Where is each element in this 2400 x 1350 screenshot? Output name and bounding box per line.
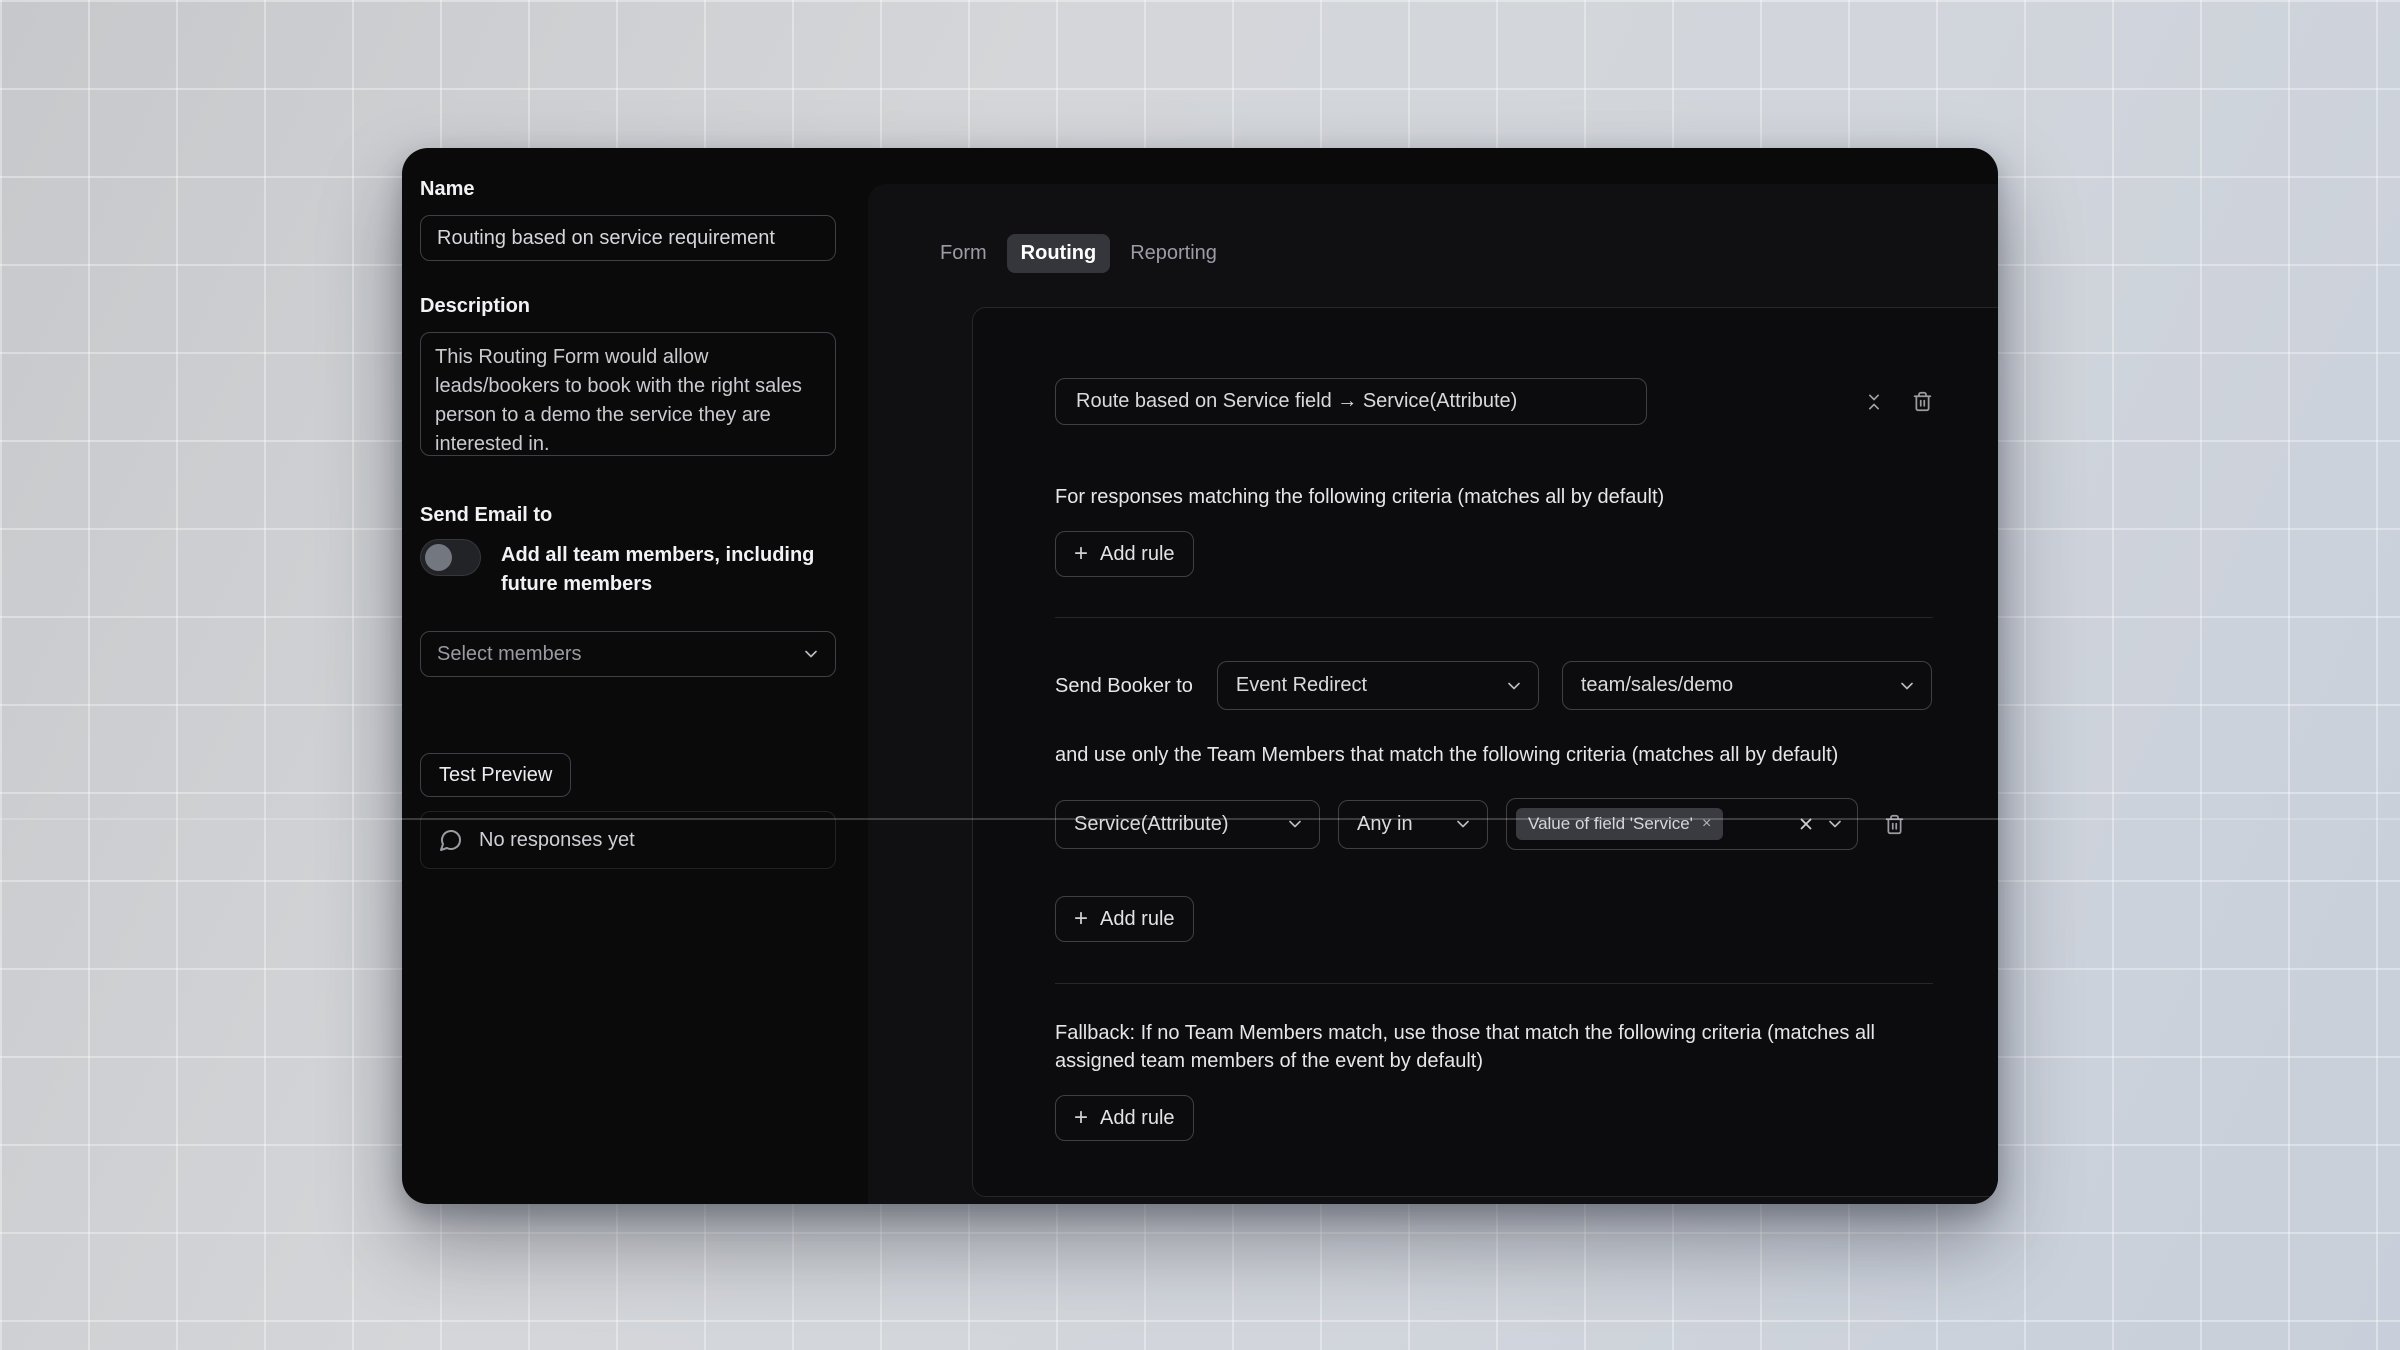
- chevron-down-icon: [1453, 814, 1473, 834]
- chevron-down-icon: [1504, 676, 1524, 696]
- redirect-type-value: Event Redirect: [1236, 674, 1367, 697]
- tab-routing[interactable]: Routing: [1007, 234, 1111, 273]
- redirect-target-select[interactable]: team/sales/demo: [1562, 661, 1932, 710]
- value-tag-text: Value of field 'Service': [1528, 814, 1693, 834]
- redirect-type-select[interactable]: Event Redirect: [1217, 661, 1539, 710]
- send-email-label: Send Email to: [420, 504, 836, 527]
- route-card: Route based on Service field → Service(A…: [972, 307, 1998, 1197]
- add-rule-label: Add rule: [1100, 1107, 1175, 1130]
- plus-icon: +: [1074, 907, 1088, 931]
- send-booker-row: Send Booker to Event Redirect team/sales…: [1055, 661, 1933, 710]
- operator-value: Any in: [1357, 813, 1413, 836]
- value-multiselect[interactable]: Value of field 'Service' ×: [1506, 798, 1858, 850]
- divider: [1055, 617, 1933, 618]
- divider: [1055, 983, 1933, 984]
- route-name-select[interactable]: Route based on Service field → Service(A…: [1055, 378, 1647, 425]
- add-all-members-row: Add all team members, including future m…: [420, 539, 836, 599]
- tag-remove-icon[interactable]: ×: [1702, 815, 1711, 833]
- chevron-down-icon: [1897, 676, 1917, 696]
- add-all-members-label: Add all team members, including future m…: [501, 539, 836, 599]
- add-rule-label: Add rule: [1100, 908, 1175, 931]
- select-members-placeholder: Select members: [437, 643, 582, 666]
- multiselect-actions: [1797, 814, 1845, 834]
- route-name-text: Route based on Service field → Service(A…: [1076, 390, 1517, 413]
- description-textarea[interactable]: This Routing Form would allow leads/book…: [420, 332, 836, 456]
- add-all-members-toggle[interactable]: [420, 539, 481, 576]
- chevron-down-icon: [1285, 814, 1305, 834]
- message-circle-icon: [439, 828, 463, 852]
- plus-icon: +: [1074, 542, 1088, 566]
- name-input[interactable]: [420, 215, 836, 261]
- tab-bar: Form Routing Reporting: [926, 234, 1998, 273]
- attribute-rule-row: Service(Attribute) Any in: [1055, 798, 1933, 850]
- main-area: Form Routing Reporting Route based on Se…: [868, 148, 1998, 1204]
- add-rule-label: Add rule: [1100, 543, 1175, 566]
- plus-icon: +: [1074, 1106, 1088, 1130]
- add-rule-button-members[interactable]: + Add rule: [1055, 896, 1194, 942]
- route-header-actions: [1864, 391, 1933, 412]
- send-booker-label: Send Booker to: [1055, 672, 1193, 700]
- route-header: Route based on Service field → Service(A…: [1055, 378, 1933, 425]
- collapse-icon[interactable]: [1864, 392, 1884, 412]
- add-rule-button-fallback[interactable]: + Add rule: [1055, 1095, 1194, 1141]
- add-rule-button-criteria[interactable]: + Add rule: [1055, 531, 1194, 577]
- fallback-text: Fallback: If no Team Members match, use …: [1055, 1019, 1933, 1075]
- redirect-target-value: team/sales/demo: [1581, 674, 1733, 697]
- delete-route-trash-icon[interactable]: [1912, 391, 1933, 412]
- team-criteria-text: and use only the Team Members that match…: [1055, 741, 1933, 769]
- tab-reporting[interactable]: Reporting: [1116, 234, 1231, 273]
- name-label: Name: [420, 178, 836, 201]
- attribute-value: Service(Attribute): [1074, 813, 1229, 836]
- delete-rule-trash-icon[interactable]: [1884, 814, 1905, 835]
- no-responses-box: No responses yet: [420, 811, 836, 869]
- attribute-select[interactable]: Service(Attribute): [1055, 800, 1320, 849]
- toggle-knob: [425, 544, 452, 571]
- clear-x-icon[interactable]: [1797, 815, 1815, 833]
- page-background: Name Description This Routing Form would…: [0, 0, 2400, 1350]
- description-label: Description: [420, 295, 836, 318]
- select-members-dropdown[interactable]: Select members: [420, 631, 836, 677]
- test-preview-button[interactable]: Test Preview: [420, 753, 571, 797]
- operator-select[interactable]: Any in: [1338, 800, 1488, 849]
- value-tag[interactable]: Value of field 'Service' ×: [1516, 808, 1723, 840]
- chevron-down-icon[interactable]: [1825, 814, 1845, 834]
- routing-form-window: Name Description This Routing Form would…: [402, 148, 1998, 1204]
- sidebar: Name Description This Routing Form would…: [402, 148, 868, 1204]
- tab-form[interactable]: Form: [926, 234, 1001, 273]
- no-responses-text: No responses yet: [479, 829, 635, 852]
- chevron-down-icon: [801, 644, 821, 664]
- main-surface: Form Routing Reporting Route based on Se…: [868, 184, 1998, 1204]
- criteria-text: For responses matching the following cri…: [1055, 483, 1933, 511]
